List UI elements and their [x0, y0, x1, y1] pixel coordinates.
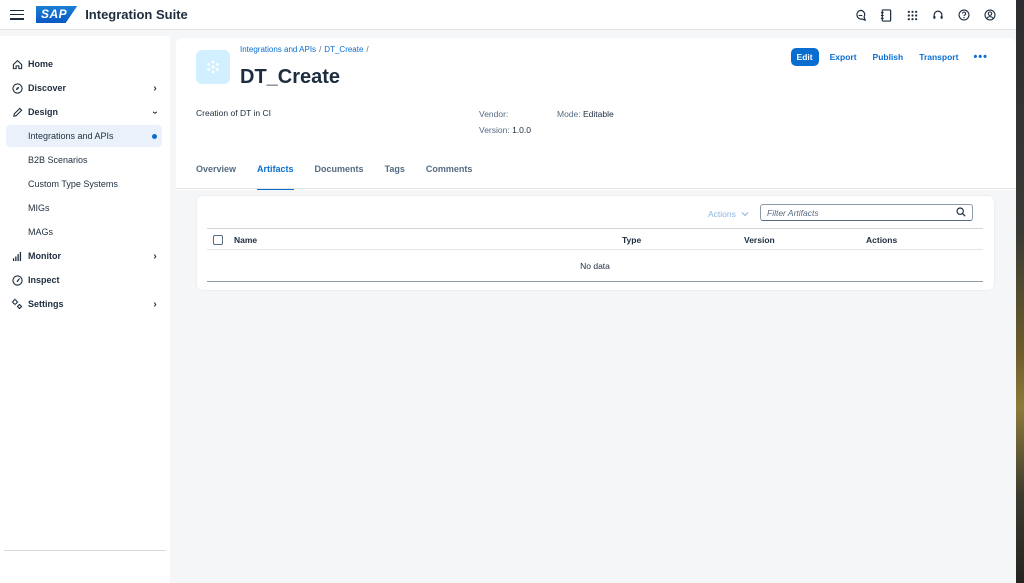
sap-logo[interactable]: SAP	[36, 6, 78, 23]
notebook-icon[interactable]	[878, 7, 894, 23]
breadcrumb-link-dt-create[interactable]: DT_Create	[324, 45, 363, 54]
page-title: DT_Create	[240, 66, 341, 88]
column-header-type[interactable]: Type	[622, 235, 641, 245]
mode-label: Mode:	[557, 109, 581, 119]
sidebar-item-discover[interactable]: Discover ›	[6, 77, 162, 99]
home-icon	[10, 59, 24, 70]
sidebar-item-label: B2B Scenarios	[28, 155, 88, 165]
desktop-background	[1016, 0, 1024, 583]
mode-attribute: Mode: Editable	[557, 109, 614, 119]
app-grid-icon[interactable]	[904, 7, 920, 23]
product-title: Integration Suite	[85, 7, 188, 22]
actions-menu-label: Actions	[708, 209, 736, 219]
sidebar-item-home[interactable]: Home	[6, 53, 162, 75]
transport-button[interactable]: Transport	[914, 48, 963, 66]
version-attribute: Version: 1.0.0	[479, 125, 531, 135]
tab-tags[interactable]: Tags	[385, 164, 405, 190]
sidebar-item-migs[interactable]: MIGs	[6, 197, 162, 219]
sidebar-item-label: Home	[28, 59, 54, 69]
filter-artifacts-field	[760, 204, 973, 221]
vendor-label: Vendor:	[479, 109, 509, 119]
gear-icon	[10, 298, 24, 310]
shell-bar: SAP Integration Suite	[0, 0, 1016, 30]
package-description: Creation of DT in CI	[196, 108, 271, 118]
joule-icon[interactable]	[852, 7, 868, 23]
bar-chart-icon	[10, 251, 24, 262]
breadcrumb-separator: /	[319, 45, 322, 54]
package-icon	[196, 50, 230, 84]
tab-divider	[176, 188, 1016, 189]
column-header-name[interactable]: Name	[234, 235, 257, 245]
sidebar-item-monitor[interactable]: Monitor ›	[6, 245, 162, 267]
sidebar-item-label: MAGs	[28, 227, 54, 237]
artifacts-table: Actions Name Type Version Actions No dat…	[197, 196, 994, 290]
pencil-icon	[10, 107, 24, 118]
edit-button[interactable]: Edit	[790, 48, 819, 66]
headset-icon[interactable]	[930, 7, 946, 23]
sidebar-item-label: Design	[28, 107, 59, 117]
export-button[interactable]: Export	[825, 48, 862, 66]
sidebar-item-design[interactable]: Design ›	[6, 101, 162, 123]
column-header-version[interactable]: Version	[744, 235, 775, 245]
breadcrumb: Integrations and APIs / DT_Create /	[240, 45, 369, 54]
version-label: Version:	[479, 125, 510, 135]
sidebar-item-label: Settings	[28, 299, 64, 309]
actions-menu-button[interactable]: Actions	[708, 209, 749, 219]
sidebar-item-label: Inspect	[28, 275, 60, 285]
user-icon[interactable]	[982, 7, 998, 23]
breadcrumb-link-integrations-and-apis[interactable]: Integrations and APIs	[240, 45, 316, 54]
column-header-actions: Actions	[866, 235, 898, 245]
chevron-down-icon: ›	[149, 110, 161, 114]
sidebar-item-label: Custom Type Systems	[28, 179, 118, 189]
chevron-down-icon	[741, 209, 749, 219]
tab-comments[interactable]: Comments	[426, 164, 473, 190]
sidebar-item-settings[interactable]: Settings ›	[6, 293, 162, 315]
tab-artifacts[interactable]: Artifacts	[257, 164, 294, 190]
tab-bar: Overview Artifacts Documents Tags Commen…	[196, 164, 493, 190]
table-header-row: Name Type Version Actions	[207, 228, 983, 250]
compass-icon	[10, 82, 24, 94]
help-icon[interactable]	[956, 7, 972, 23]
vendor-attribute: Vendor:	[479, 109, 508, 119]
mode-value: Editable	[583, 109, 614, 119]
chevron-right-icon: ›	[153, 250, 157, 262]
chevron-right-icon: ›	[153, 82, 157, 94]
sidebar-item-label: MIGs	[28, 203, 50, 213]
tab-overview[interactable]: Overview	[196, 164, 236, 190]
sidebar-item-inspect[interactable]: Inspect	[6, 269, 162, 291]
empty-table-message: No data	[207, 250, 983, 282]
selected-indicator	[152, 133, 157, 139]
breadcrumb-separator: /	[366, 45, 369, 54]
object-header: Integrations and APIs / DT_Create / DT_C…	[176, 38, 1016, 190]
select-all-checkbox[interactable]	[213, 235, 223, 245]
gauge-icon	[10, 274, 24, 286]
sidebar-divider	[4, 550, 166, 551]
filter-artifacts-input[interactable]	[767, 207, 956, 218]
version-value: 1.0.0	[512, 125, 531, 135]
sidebar-item-integrations-and-apis[interactable]: Integrations and APIs	[6, 125, 162, 147]
sidebar-item-b2b-scenarios[interactable]: B2B Scenarios	[6, 149, 162, 171]
menu-icon[interactable]	[10, 9, 24, 20]
header-actions: Edit Export Publish Transport •••	[790, 48, 992, 66]
more-actions-button[interactable]: •••	[969, 51, 992, 63]
sidebar-item-custom-type-systems[interactable]: Custom Type Systems	[6, 173, 162, 195]
object-page: Integrations and APIs / DT_Create / DT_C…	[176, 38, 1016, 583]
side-navigation: Home Discover › Design › Integrations an…	[0, 36, 170, 583]
publish-button[interactable]: Publish	[868, 48, 909, 66]
sidebar-item-label: Discover	[28, 83, 67, 93]
tab-documents[interactable]: Documents	[315, 164, 364, 190]
sidebar-item-label: Integrations and APIs	[28, 131, 114, 141]
chevron-right-icon: ›	[153, 298, 157, 310]
sidebar-item-mags[interactable]: MAGs	[6, 221, 162, 243]
sidebar-item-label: Monitor	[28, 251, 61, 261]
search-icon[interactable]	[956, 204, 966, 222]
